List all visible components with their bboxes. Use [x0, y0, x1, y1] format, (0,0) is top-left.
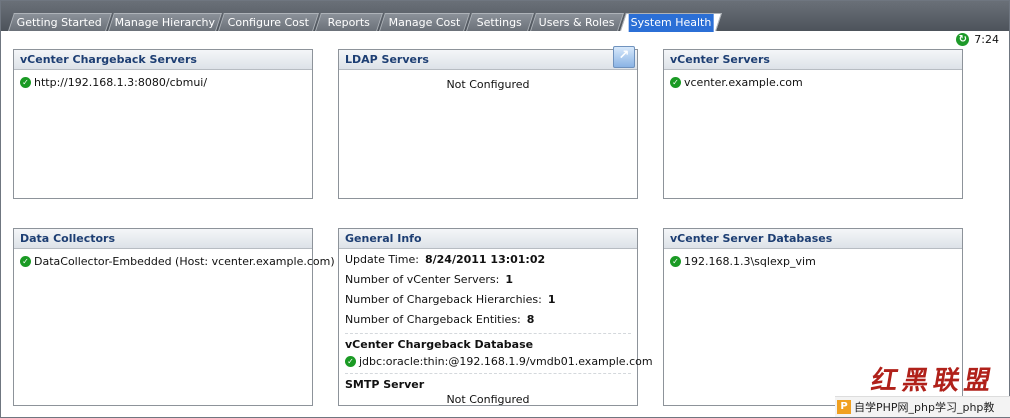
tab-reports[interactable]: Reports	[315, 13, 383, 31]
list-item: ✓ http://192.168.1.3:8080/cbmui/	[20, 74, 306, 91]
panel-title: vCenter Servers	[664, 50, 962, 70]
hierarchy-count-row: Number of Chargeback Hierarchies: 1	[345, 293, 556, 306]
vcenter-count-row: Number of vCenter Servers: 1	[345, 273, 513, 286]
panel-header: LDAP Servers ↗	[339, 46, 637, 70]
panel-title: vCenter Server Databases	[664, 229, 962, 249]
vcenter-servers-panel: vCenter Servers ✓ vcenter.example.com	[663, 49, 963, 199]
panel-title: Data Collectors	[14, 229, 312, 249]
refresh-icon[interactable]: ↻	[956, 32, 970, 46]
tab-configure-cost[interactable]: Configure Cost	[218, 13, 319, 31]
data-collectors-panel: Data Collectors ✓ DataCollector-Embedded …	[13, 228, 335, 406]
clock: ↻ 7:24	[956, 32, 999, 46]
update-time-row: Update Time: 8/24/2011 13:01:02	[345, 253, 546, 266]
tab-users-roles[interactable]: Users & Roles	[530, 13, 624, 31]
check-icon: ✓	[345, 356, 356, 367]
smtp-section-title: SMTP Server	[345, 378, 425, 391]
check-icon: ✓	[670, 256, 681, 267]
list-item: ✓ vcenter.example.com	[670, 74, 956, 91]
tab-system-health[interactable]: System Health	[620, 13, 722, 32]
db-connection-row: ✓ jdbc:oracle:thin:@192.168.1.9/vmdb01.ex…	[345, 353, 653, 370]
tab-bar: Getting Started Manage Hierarchy Configu…	[1, 1, 1009, 32]
clock-time: 7:24	[974, 32, 999, 46]
panel-title: General Info	[339, 229, 637, 249]
db-section-title: vCenter Chargeback Database	[345, 338, 534, 351]
divider	[345, 373, 631, 374]
chargeback-servers-panel: vCenter Chargeback Servers ✓ http://192.1…	[13, 49, 313, 199]
tab-manage-cost[interactable]: Manage Cost	[379, 13, 470, 31]
panel-title: vCenter Chargeback Servers	[14, 50, 312, 70]
check-icon: ✓	[670, 77, 681, 88]
panel-title: LDAP Servers	[345, 53, 429, 66]
divider	[345, 333, 631, 334]
ldap-servers-panel: LDAP Servers ↗ Not Configured	[338, 46, 638, 199]
list-item: ✓ DataCollector-Embedded (Host: vcenter.e…	[20, 253, 335, 270]
watermark-footer: P 自学PHP网_php学习_php教	[835, 396, 1010, 417]
app-frame: Getting Started Manage Hierarchy Configu…	[0, 0, 1010, 418]
expand-icon[interactable]: ↗	[613, 46, 635, 68]
check-icon: ✓	[20, 256, 31, 267]
watermark-logo: 红黑联盟	[868, 366, 999, 396]
list-item: ✓ 192.168.1.3\sqlexp_vim	[670, 253, 956, 270]
smtp-status: Not Configured	[446, 393, 530, 406]
tab-settings[interactable]: Settings	[466, 13, 534, 31]
check-icon: ✓	[20, 77, 31, 88]
site-logo-icon: P	[837, 400, 851, 414]
tab-getting-started[interactable]: Getting Started	[8, 13, 112, 31]
general-info-panel: General Info Update Time: 8/24/2011 13:01…	[338, 228, 653, 406]
tab-manage-hierarchy[interactable]: Manage Hierarchy	[108, 13, 222, 31]
entity-count-row: Number of Chargeback Entities: 8	[345, 313, 535, 326]
status-text: Not Configured	[446, 78, 530, 91]
